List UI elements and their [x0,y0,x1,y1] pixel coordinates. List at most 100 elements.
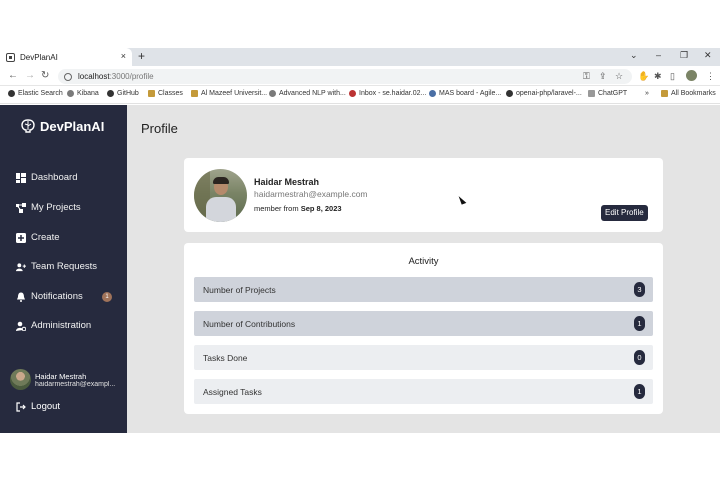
bookmark-item[interactable]: Kibana [67,90,99,97]
nav-label: Team Requests [31,261,98,272]
nav-label: Notifications [31,291,83,302]
github-icon [107,90,114,97]
avatar [10,369,31,390]
bookmark-item[interactable]: MAS board - Agile... [429,90,501,97]
folder-icon [661,90,668,97]
window-close-icon[interactable]: ✕ [704,50,712,61]
more-bookmarks-button[interactable]: » [645,90,649,97]
extension-icon[interactable]: ✋ [638,71,649,82]
activity-label: Number of Projects [203,284,276,295]
user-plus-icon [16,262,26,271]
address-toolbar: ← → ↻ localhost:3000/profile ⚿ ⇪ ☆ ✋ ✱ ▯… [0,66,720,86]
notification-count-badge: 1 [102,292,112,302]
bookmark-item[interactable]: ChatGPT [588,90,627,97]
brand[interactable]: DevPlanAI [20,118,104,134]
browser-tab[interactable]: DevPlanAI × [0,48,132,66]
url-field[interactable]: localhost:3000/profile [58,69,632,84]
chatgpt-icon [588,90,595,97]
activity-row-contributions[interactable]: Number of Contributions 1 [194,311,653,336]
activity-count-badge: 1 [634,384,645,399]
nav-item-create[interactable]: Create [16,232,60,243]
avatar-hair [213,177,229,184]
forward-icon[interactable]: → [25,70,35,81]
nav-label: My Projects [31,202,81,213]
edit-profile-button[interactable]: Edit Profile [601,205,648,221]
bookmark-item[interactable]: Classes [148,90,183,97]
nav-item-notifications[interactable]: Notifications [16,291,83,302]
activity-count-badge: 0 [634,350,645,365]
gmail-icon [349,90,356,97]
bell-icon [17,292,25,302]
new-tab-button[interactable]: + [138,49,145,63]
profile-card: Haidar Mestrah haidarmestrah@example.com… [184,158,663,232]
site-info-icon[interactable] [64,72,72,81]
activity-count-badge: 3 [634,282,645,297]
all-bookmarks-button[interactable]: All Bookmarks [661,90,716,97]
activity-label: Tasks Done [203,352,248,363]
nav-label: Administration [31,320,92,331]
reload-icon[interactable]: ↻ [41,70,49,81]
projects-icon [16,202,26,213]
nav-item-my-projects[interactable]: My Projects [16,202,81,213]
bookmark-icon [8,90,15,97]
nav-item-team-requests[interactable]: Team Requests [16,261,97,272]
password-key-icon[interactable]: ⚿ [583,71,590,82]
sidebar-user[interactable]: Haidar Mestrah haidarmestrah@exampl... [10,369,121,390]
profile-avatar [194,169,247,222]
screen: DevPlanAI × + ⌄ – ❐ ✕ ← → ↻ localhost:30… [0,0,720,480]
url-host: localhost [78,72,110,81]
activity-row-projects[interactable]: Number of Projects 3 [194,277,653,302]
member-since-label: member from [254,204,299,213]
main-content: Profile Haidar Mestrah haidarmestrah@exa… [127,105,720,433]
nav-label: Dashboard [31,172,78,183]
browser-menu-icon[interactable]: ⋮ [706,71,715,82]
nav-item-administration[interactable]: Administration [16,320,91,331]
tab-close-icon[interactable]: × [121,51,126,61]
bookmark-icon [269,90,276,97]
browser-profile-avatar[interactable] [686,70,697,81]
share-icon[interactable]: ⇪ [599,71,607,82]
activity-card: Activity Number of Projects 3 Number of … [184,243,663,414]
profile-email: haidarmestrah@example.com [254,189,368,199]
bookmark-item[interactable]: GitHub [107,90,139,97]
folder-icon [148,90,155,97]
sidebar-user-email: haidarmestrah@exampl... [35,380,116,388]
url-path: :3000/profile [109,72,154,81]
logout-icon [16,401,26,412]
activity-row-tasks-done[interactable]: Tasks Done 0 [194,345,653,370]
bookmark-item[interactable]: openai-php/laravel-... [506,90,582,97]
bookmark-item[interactable]: Elastic Search [8,90,63,97]
tab-title: DevPlanAI [20,52,58,62]
activity-label: Assigned Tasks [203,386,262,397]
logout-button[interactable]: Logout [16,401,60,412]
logout-label: Logout [31,401,61,412]
activity-title: Activity [408,256,439,267]
bookmark-item[interactable]: Al Mazeef Universit... [191,90,267,97]
nav-item-dashboard[interactable]: Dashboard [16,172,77,183]
bookmarks-bar: Elastic Search Kibana GitHub Classes Al … [0,87,720,104]
activity-label: Number of Contributions [203,318,296,329]
browser-tabstrip: DevPlanAI × + ⌄ – ❐ ✕ [0,48,720,66]
brain-logo-icon [21,119,35,133]
activity-count-badge: 1 [634,316,645,331]
tab-search-chevron-icon[interactable]: ⌄ [630,50,638,61]
dashboard-icon [16,172,26,183]
side-panel-icon[interactable]: ▯ [670,71,675,82]
member-since: member from Sep 8, 2023 [254,204,342,213]
activity-row-assigned-tasks[interactable]: Assigned Tasks 1 [194,379,653,404]
restore-icon[interactable]: ❐ [680,50,688,61]
folder-icon [191,90,198,97]
puzzle-icon[interactable]: ✱ [654,71,662,82]
bookmark-star-icon[interactable]: ☆ [615,71,623,82]
brand-name: DevPlanAI [40,118,105,134]
back-icon[interactable]: ← [8,70,18,81]
site-favicon-icon [6,52,15,62]
minimize-icon[interactable]: – [656,50,661,60]
bookmark-item[interactable]: Inbox - se.haidar.02... [349,90,426,97]
avatar-body [206,197,236,222]
member-since-date: Sep 8, 2023 [300,204,342,213]
bookmark-item[interactable]: Advanced NLP with... [269,90,346,97]
board-icon [429,90,436,97]
sidebar-user-name: Haidar Mestrah [35,371,87,381]
github-icon [506,90,513,97]
